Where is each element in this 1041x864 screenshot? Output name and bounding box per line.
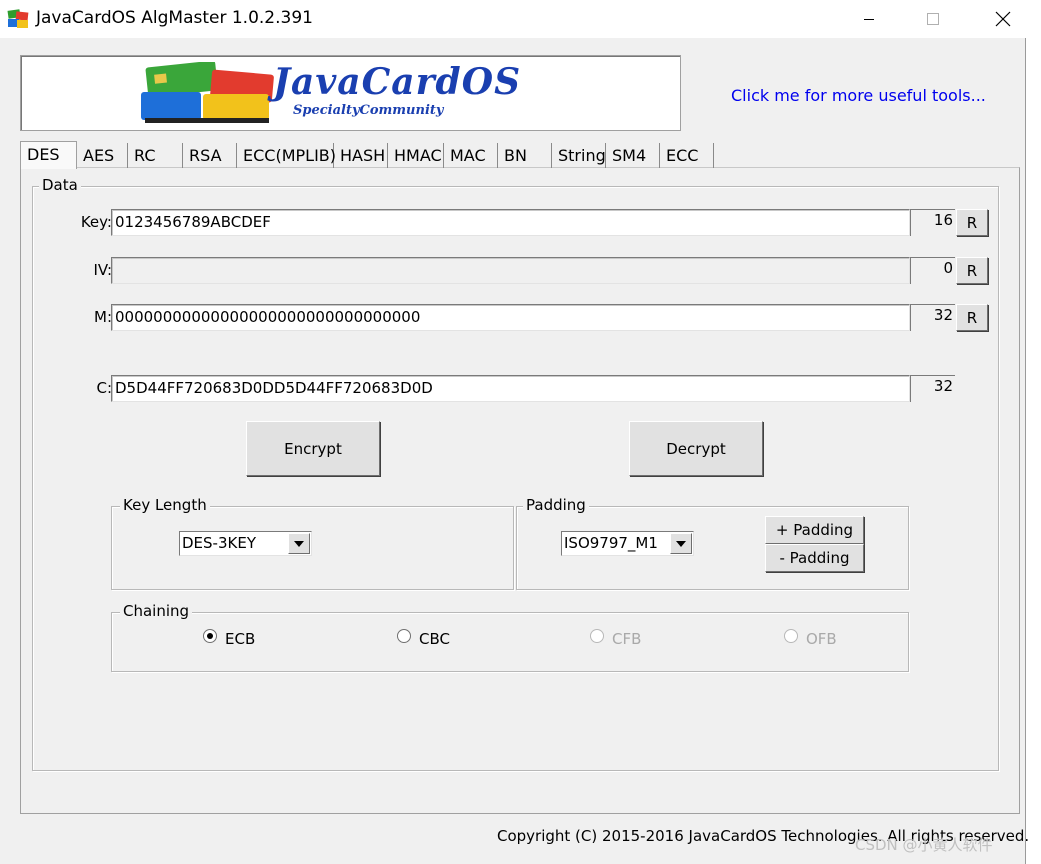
logo-cards-icon xyxy=(141,60,276,124)
padding-selected: ISO9797_M1 xyxy=(564,534,658,552)
key-length-group-label: Key Length xyxy=(120,496,210,514)
remove-padding-button[interactable]: - Padding xyxy=(765,544,864,572)
m-random-button[interactable]: R xyxy=(956,304,988,331)
chevron-down-icon[interactable] xyxy=(670,533,692,554)
m-length-value: 32 xyxy=(910,304,955,331)
decrypt-button[interactable]: Decrypt xyxy=(629,421,763,476)
data-group-label: Data xyxy=(39,176,81,194)
tab-des[interactable]: DES xyxy=(20,141,77,169)
iv-length-value: 0 xyxy=(910,257,955,284)
c-label: C: xyxy=(96,379,112,397)
radio-checked-icon[interactable] xyxy=(203,629,217,643)
tab-strip: DES AES RC RSA ECC(MPLIB) HASH HMAC MAC … xyxy=(20,141,1020,169)
chaining-cfb-label: CFB xyxy=(612,630,642,648)
app-window: JavaCardOS AlgMaster 1.0.2.391 JavaCardO… xyxy=(0,0,1029,864)
close-button[interactable] xyxy=(980,0,1026,38)
chaining-ecb-label: ECB xyxy=(225,630,256,648)
radio-unchecked-icon xyxy=(590,629,604,643)
iv-label: IV: xyxy=(93,261,112,279)
tab-sm4[interactable]: SM4 xyxy=(606,143,660,168)
key-length-selected: DES-3KEY xyxy=(182,534,256,552)
minimize-button[interactable] xyxy=(846,0,892,38)
m-label: M: xyxy=(94,308,112,326)
chaining-group-label: Chaining xyxy=(120,602,193,620)
chaining-ofb-radio: OFB xyxy=(784,629,837,648)
tab-aes[interactable]: AES xyxy=(77,143,128,168)
tab-bn[interactable]: BN xyxy=(498,143,552,168)
add-padding-button[interactable]: + Padding xyxy=(765,516,864,544)
watermark-text: CSDN @小黄人软件 xyxy=(855,836,993,854)
chaining-cbc-radio[interactable]: CBC xyxy=(397,629,450,648)
iv-random-button[interactable]: R xyxy=(956,257,988,284)
window-title: JavaCardOS AlgMaster 1.0.2.391 xyxy=(36,8,313,28)
tab-ecc[interactable]: ECC xyxy=(660,143,714,168)
key-input[interactable]: 0123456789ABCDEF xyxy=(111,209,910,236)
padding-select[interactable]: ISO9797_M1 xyxy=(561,531,694,556)
key-length-select[interactable]: DES-3KEY xyxy=(179,531,312,556)
c-length-value: 32 xyxy=(910,375,955,402)
maximize-button[interactable] xyxy=(910,0,956,38)
iv-input[interactable] xyxy=(111,257,910,284)
key-length-group: Key Length xyxy=(111,496,514,590)
minimize-icon xyxy=(864,19,874,20)
ciphertext-output[interactable]: D5D44FF720683D0DD5D44FF720683D0D xyxy=(111,375,910,402)
key-label: Key: xyxy=(80,213,112,231)
logo-subtitle: SpecialtyCommunity xyxy=(293,103,444,118)
tab-hmac[interactable]: HMAC xyxy=(388,143,444,168)
radio-unchecked-icon xyxy=(784,629,798,643)
radio-unchecked-icon[interactable] xyxy=(397,629,411,643)
tab-hash[interactable]: HASH xyxy=(334,143,388,168)
tab-rsa[interactable]: RSA xyxy=(183,143,237,168)
app-icon xyxy=(7,8,29,30)
chaining-cfb-radio: CFB xyxy=(590,629,642,648)
tab-ecc-mplib[interactable]: ECC(MPLIB) xyxy=(237,143,336,168)
padding-group-label: Padding xyxy=(523,496,589,514)
key-random-button[interactable]: R xyxy=(956,209,988,236)
key-length-value: 16 xyxy=(910,209,955,236)
tab-mac[interactable]: MAC xyxy=(444,143,498,168)
chevron-down-icon[interactable] xyxy=(288,533,310,554)
logo-title: JavaCardOS xyxy=(273,61,522,103)
banner[interactable]: JavaCardOS SpecialtyCommunity xyxy=(20,55,681,131)
close-icon xyxy=(995,11,1011,27)
more-tools-link[interactable]: Click me for more useful tools... xyxy=(731,86,986,105)
message-input[interactable]: 00000000000000000000000000000000 xyxy=(111,304,910,331)
chaining-ofb-label: OFB xyxy=(806,630,837,648)
maximize-icon xyxy=(927,13,939,25)
tab-string[interactable]: String xyxy=(552,143,606,168)
tab-rc[interactable]: RC xyxy=(128,143,183,168)
title-bar: JavaCardOS AlgMaster 1.0.2.391 xyxy=(0,0,1026,38)
chaining-cbc-label: CBC xyxy=(419,630,450,648)
chaining-ecb-radio[interactable]: ECB xyxy=(203,629,256,648)
encrypt-button[interactable]: Encrypt xyxy=(246,421,380,476)
